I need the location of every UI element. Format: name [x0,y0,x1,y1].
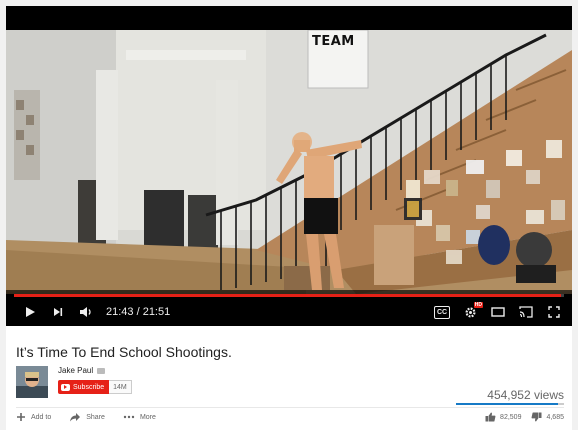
add-to-label: Add to [31,413,52,421]
progress-fill [14,294,561,297]
cast-button[interactable] [512,300,540,324]
add-to-button[interactable]: Add to [16,412,51,422]
video-info-panel: It’s Time To End School Shootings. Jake … [6,326,572,430]
thumbs-down-icon [532,412,542,422]
youtube-logo-icon [61,383,70,391]
time-display: 21:43 / 21:51 [106,306,171,318]
hd-badge: HD [473,302,483,308]
dislike-button[interactable]: 4,685 [531,412,564,422]
subscribe-group: Subscribe 14M [58,380,132,394]
controls-row: 21:43 / 21:51 CC HD [6,300,572,324]
video-frame[interactable]: TEAM [6,30,572,294]
thumbs-up-icon [485,412,496,422]
controls-right: CC HD [428,300,572,324]
subscribe-label: Subscribe [73,383,105,391]
share-label: Share [86,413,105,421]
view-count: 454,952 views [487,388,564,402]
sign-text: TEAM [312,34,355,49]
captions-button[interactable]: CC [428,300,456,324]
more-label: More [139,413,156,421]
youtube-watch-page: TEAM 21:43 / 21:51 CC HD It’s Time To En… [0,0,578,430]
video-player[interactable]: TEAM 21:43 / 21:51 CC HD [6,6,572,326]
play-button[interactable] [16,300,44,324]
next-icon [54,308,63,316]
plus-icon [17,413,25,421]
volume-button[interactable] [72,300,100,324]
divider [16,407,564,408]
theater-mode-button[interactable] [484,300,512,324]
fullscreen-button[interactable] [540,300,568,324]
like-ratio-bar [456,403,564,405]
settings-button[interactable]: HD [456,300,484,324]
fullscreen-icon [548,306,560,318]
channel-avatar[interactable] [16,366,48,398]
next-button[interactable] [44,300,72,324]
progress-bar[interactable] [14,294,564,297]
captions-icon: CC [433,305,451,319]
verified-icon [97,367,106,374]
channel-info: Jake Paul [58,366,106,375]
like-button[interactable]: 82,509 [485,412,521,422]
more-dots-icon [123,415,135,419]
volume-icon [80,307,91,317]
share-icon [70,413,81,422]
dislike-count: 4,685 [546,413,564,421]
subscriber-count: 14M [109,380,132,394]
video-title: It’s Time To End School Shootings. [16,344,232,360]
share-button[interactable]: Share [69,412,105,422]
cast-icon [519,306,533,318]
avatar-image [16,366,48,398]
theater-mode-icon [491,307,505,317]
like-count: 82,509 [500,413,522,421]
play-icon [26,307,35,317]
rating-bar: 82,509 4,685 [485,412,564,422]
subscribe-button[interactable]: Subscribe [58,380,110,394]
channel-name[interactable]: Jake Paul [58,366,93,375]
more-button[interactable]: More [123,414,156,421]
like-ratio-fill [456,403,558,405]
action-bar: Add to Share More [16,412,156,422]
player-controls: 21:43 / 21:51 CC HD [6,290,572,326]
video-scene [6,30,572,294]
